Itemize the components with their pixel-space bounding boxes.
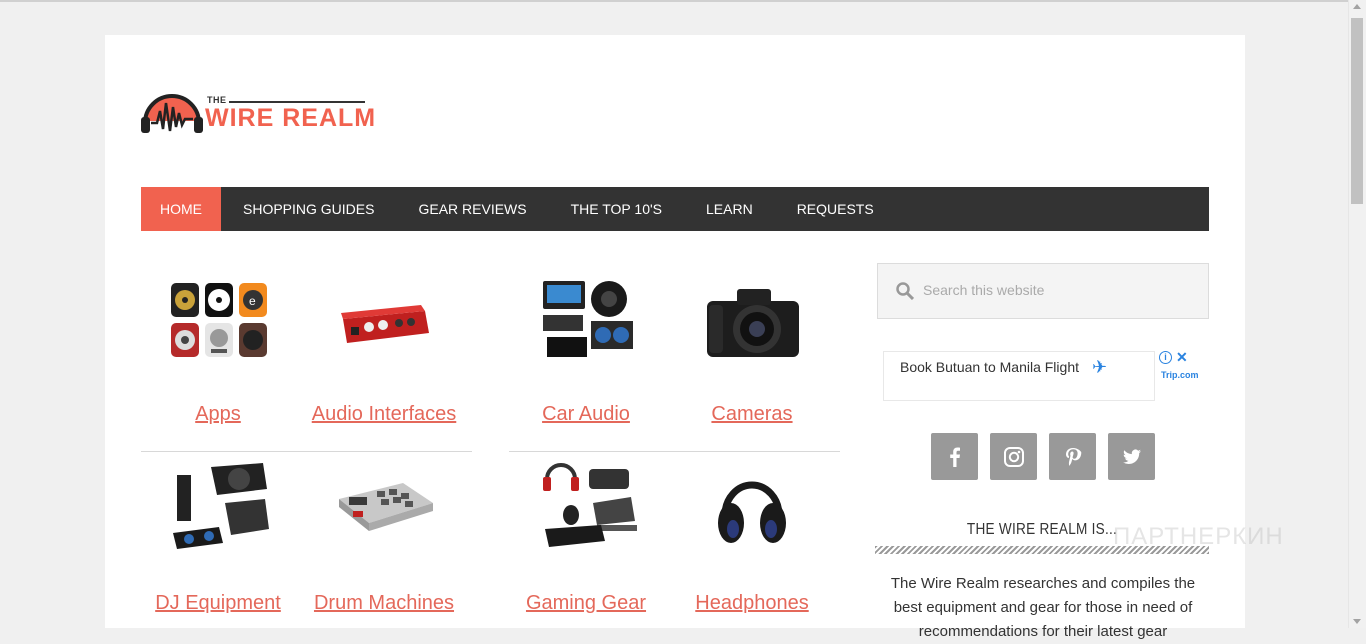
logo-wordmark: WIRE REALM (205, 104, 377, 132)
browser-top-border (0, 0, 1366, 2)
category-headphones[interactable] (669, 459, 835, 551)
facebook-button[interactable] (931, 433, 978, 480)
category-cameras[interactable] (669, 275, 835, 367)
category-car-audio[interactable] (503, 275, 669, 367)
category-headphones-link[interactable]: Headphones (669, 592, 835, 615)
nav-item-gear-reviews[interactable]: GEAR REVIEWS (396, 187, 548, 231)
category-dj-equipment[interactable] (135, 459, 301, 551)
nav-item-learn[interactable]: LEARN (684, 187, 775, 231)
nav-item-top-10s[interactable]: THE TOP 10'S (549, 187, 684, 231)
search-input[interactable] (921, 281, 1195, 299)
apps-image: e (163, 275, 273, 367)
info-icon[interactable]: i (1159, 351, 1172, 364)
category-apps[interactable]: e (135, 275, 301, 367)
facebook-icon (949, 447, 960, 467)
headphones-image (697, 459, 807, 551)
category-dj-equipment-link[interactable]: DJ Equipment (135, 592, 301, 615)
search-icon (896, 282, 914, 300)
category-gaming-gear[interactable] (503, 459, 669, 551)
main-navigation: HOME SHOPPING GUIDES GEAR REVIEWS THE TO… (141, 187, 1209, 231)
svg-text:e: e (249, 294, 256, 308)
logo-rule (229, 101, 365, 103)
nav-item-home[interactable]: HOME (141, 187, 221, 231)
close-icon[interactable]: ✕ (1176, 349, 1188, 366)
page-container: THE WIRE REALM HOME SHOPPING GUIDES GEAR… (105, 35, 1283, 640)
category-divider-right (509, 451, 840, 452)
scroll-down-arrow-icon[interactable] (1353, 619, 1361, 624)
widget-text: The Wire Realm researches and compiles t… (890, 575, 1196, 640)
scroll-thumb[interactable] (1351, 18, 1363, 204)
category-car-audio-link[interactable]: Car Audio (503, 403, 669, 426)
ad-choices: i ✕ Trip.com (1159, 349, 1205, 383)
pinterest-icon (1065, 447, 1081, 466)
category-drum-machines-link[interactable]: Drum Machines (301, 592, 467, 615)
dj-equipment-image (163, 459, 273, 551)
airplane-icon: ✈ (1092, 357, 1108, 377)
twitter-button[interactable] (1108, 433, 1155, 480)
pinterest-button[interactable] (1049, 433, 1096, 480)
category-apps-link[interactable]: Apps (135, 403, 301, 426)
headphones-logo-icon (141, 94, 203, 133)
watermark-text: ПАРТНЕРКИН (1113, 523, 1284, 550)
vertical-scrollbar[interactable] (1348, 0, 1366, 628)
category-cameras-link[interactable]: Cameras (669, 403, 835, 426)
category-divider-left (141, 451, 472, 452)
ad-text[interactable]: Book Butuan to Manila Flight (900, 359, 1079, 375)
ad-brand: Trip.com (1161, 370, 1199, 380)
category-audio-interfaces-link[interactable]: Audio Interfaces (301, 403, 467, 426)
camera-image (697, 275, 807, 367)
drum-machine-image (329, 459, 439, 551)
site-logo[interactable]: THE WIRE REALM (141, 89, 375, 135)
scroll-up-arrow-icon[interactable] (1353, 4, 1361, 9)
instagram-icon (1003, 446, 1024, 467)
category-drum-machines[interactable] (301, 459, 467, 551)
search-box (877, 263, 1209, 319)
twitter-icon (1122, 449, 1141, 464)
gaming-gear-image (531, 459, 641, 551)
car-audio-image (531, 275, 641, 367)
audio-interface-image (329, 275, 439, 367)
category-gaming-gear-link[interactable]: Gaming Gear (503, 592, 669, 615)
ad-banner[interactable]: Book Butuan to Manila Flight ✈ (883, 351, 1155, 401)
category-audio-interfaces[interactable] (301, 275, 467, 367)
nav-item-requests[interactable]: REQUESTS (775, 187, 896, 231)
instagram-button[interactable] (990, 433, 1037, 480)
nav-item-shopping-guides[interactable]: SHOPPING GUIDES (221, 187, 396, 231)
